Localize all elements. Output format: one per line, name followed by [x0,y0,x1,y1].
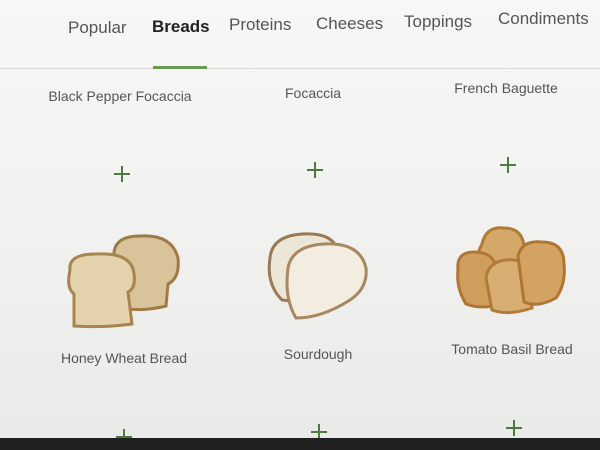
active-tab-indicator [153,66,207,69]
item-label-focaccia: Focaccia [284,85,342,101]
tab-breads[interactable]: Breads [152,17,210,37]
tab-popular[interactable]: Popular [68,18,127,38]
sourdough-image[interactable] [262,228,372,326]
item-label-honey-wheat-bread: Honey Wheat Bread [60,350,188,366]
app-screen: Popular Breads Proteins Cheeses Toppings… [0,0,600,450]
item-label-black-pepper-focaccia: Black Pepper Focaccia [48,88,192,104]
item-label-sourdough: Sourdough [283,346,353,362]
add-focaccia-plus-icon[interactable] [304,159,326,181]
item-label-tomato-basil-bread: Tomato Basil Bread [451,341,573,357]
tab-proteins[interactable]: Proteins [229,15,291,35]
add-black-pepper-focaccia-plus-icon[interactable] [111,163,133,185]
tab-condiments[interactable]: Condiments [498,9,589,29]
add-tomato-basil-bread-plus-icon[interactable] [503,417,525,439]
tomato-basil-bread-image[interactable] [452,222,572,320]
item-label-french-baguette: French Baguette [454,80,558,96]
category-tab-bar: Popular Breads Proteins Cheeses Toppings… [0,0,600,69]
screen-bezel [0,438,600,450]
honey-wheat-bread-image[interactable] [62,228,186,332]
add-french-baguette-plus-icon[interactable] [497,154,519,176]
tab-cheeses[interactable]: Cheeses [316,14,383,34]
tab-toppings[interactable]: Toppings [404,12,472,32]
